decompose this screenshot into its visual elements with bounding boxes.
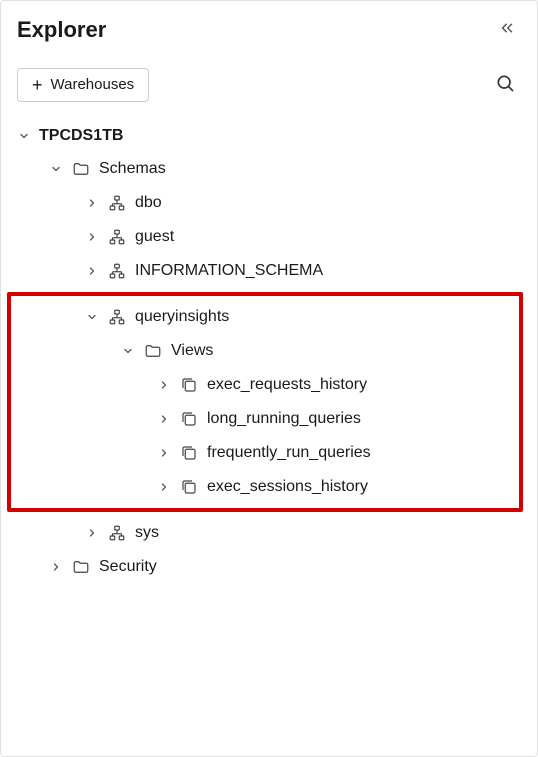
schema-label: sys <box>135 524 159 542</box>
search-button[interactable] <box>489 67 521 102</box>
plus-icon: + <box>32 76 43 94</box>
chevron-down-icon <box>121 344 135 358</box>
view-icon <box>179 375 199 395</box>
tree-item-view-exec-requests-history[interactable]: exec_requests_history <box>11 368 519 402</box>
schema-icon <box>107 307 127 327</box>
tree-item-view-exec-sessions-history[interactable]: exec_sessions_history <box>11 470 519 504</box>
collapse-panel-button[interactable] <box>493 13 521 47</box>
security-folder-label: Security <box>99 558 157 576</box>
chevron-right-icon <box>49 560 63 574</box>
add-warehouses-button[interactable]: + Warehouses <box>17 68 149 102</box>
database-label: TPCDS1TB <box>39 127 123 145</box>
tree-item-view-frequently-run-queries[interactable]: frequently_run_queries <box>11 436 519 470</box>
folder-icon <box>143 341 163 361</box>
view-icon <box>179 477 199 497</box>
chevron-right-icon <box>85 230 99 244</box>
schema-label: queryinsights <box>135 308 229 326</box>
chevron-right-icon <box>157 412 171 426</box>
schema-icon <box>107 227 127 247</box>
schema-label: INFORMATION_SCHEMA <box>135 262 323 280</box>
view-label: frequently_run_queries <box>207 444 371 462</box>
view-label: long_running_queries <box>207 410 361 428</box>
tree-item-security-folder[interactable]: Security <box>7 550 527 584</box>
schema-label: guest <box>135 228 174 246</box>
tree-item-schema-guest[interactable]: guest <box>7 220 527 254</box>
tree-item-schema-sys[interactable]: sys <box>7 516 527 550</box>
tree-item-schema-dbo[interactable]: dbo <box>7 186 527 220</box>
chevron-right-icon <box>85 264 99 278</box>
chevron-down-icon <box>85 310 99 324</box>
chevron-right-icon <box>85 196 99 210</box>
chevron-right-icon <box>157 480 171 494</box>
schema-icon <box>107 261 127 281</box>
schema-icon <box>107 523 127 543</box>
chevron-right-icon <box>85 526 99 540</box>
view-label: exec_requests_history <box>207 376 367 394</box>
warehouses-button-label: Warehouses <box>51 76 135 93</box>
search-icon <box>495 73 515 93</box>
schemas-folder-label: Schemas <box>99 160 166 178</box>
view-label: exec_sessions_history <box>207 478 368 496</box>
tree-item-schemas-folder[interactable]: Schemas <box>7 152 527 186</box>
tree-item-database[interactable]: TPCDS1TB <box>7 120 527 152</box>
views-folder-label: Views <box>171 342 213 360</box>
highlight-box: queryinsights Views exec_requests_histor… <box>7 292 523 512</box>
tree-item-schema-queryinsights[interactable]: queryinsights <box>11 300 519 334</box>
chevron-down-icon <box>17 129 31 143</box>
chevron-right-icon <box>157 446 171 460</box>
folder-icon <box>71 557 91 577</box>
tree-item-views-folder[interactable]: Views <box>11 334 519 368</box>
panel-header: Explorer <box>1 1 537 55</box>
toolbar: + Warehouses <box>1 55 537 120</box>
explorer-tree: TPCDS1TB Schemas dbo guest <box>1 120 537 584</box>
chevron-down-icon <box>49 162 63 176</box>
tree-item-view-long-running-queries[interactable]: long_running_queries <box>11 402 519 436</box>
schema-icon <box>107 193 127 213</box>
schema-label: dbo <box>135 194 162 212</box>
tree-item-schema-information-schema[interactable]: INFORMATION_SCHEMA <box>7 254 527 288</box>
panel-title: Explorer <box>17 17 106 43</box>
view-icon <box>179 443 199 463</box>
folder-icon <box>71 159 91 179</box>
chevron-right-icon <box>157 378 171 392</box>
view-icon <box>179 409 199 429</box>
chevron-double-left-icon <box>497 18 517 38</box>
